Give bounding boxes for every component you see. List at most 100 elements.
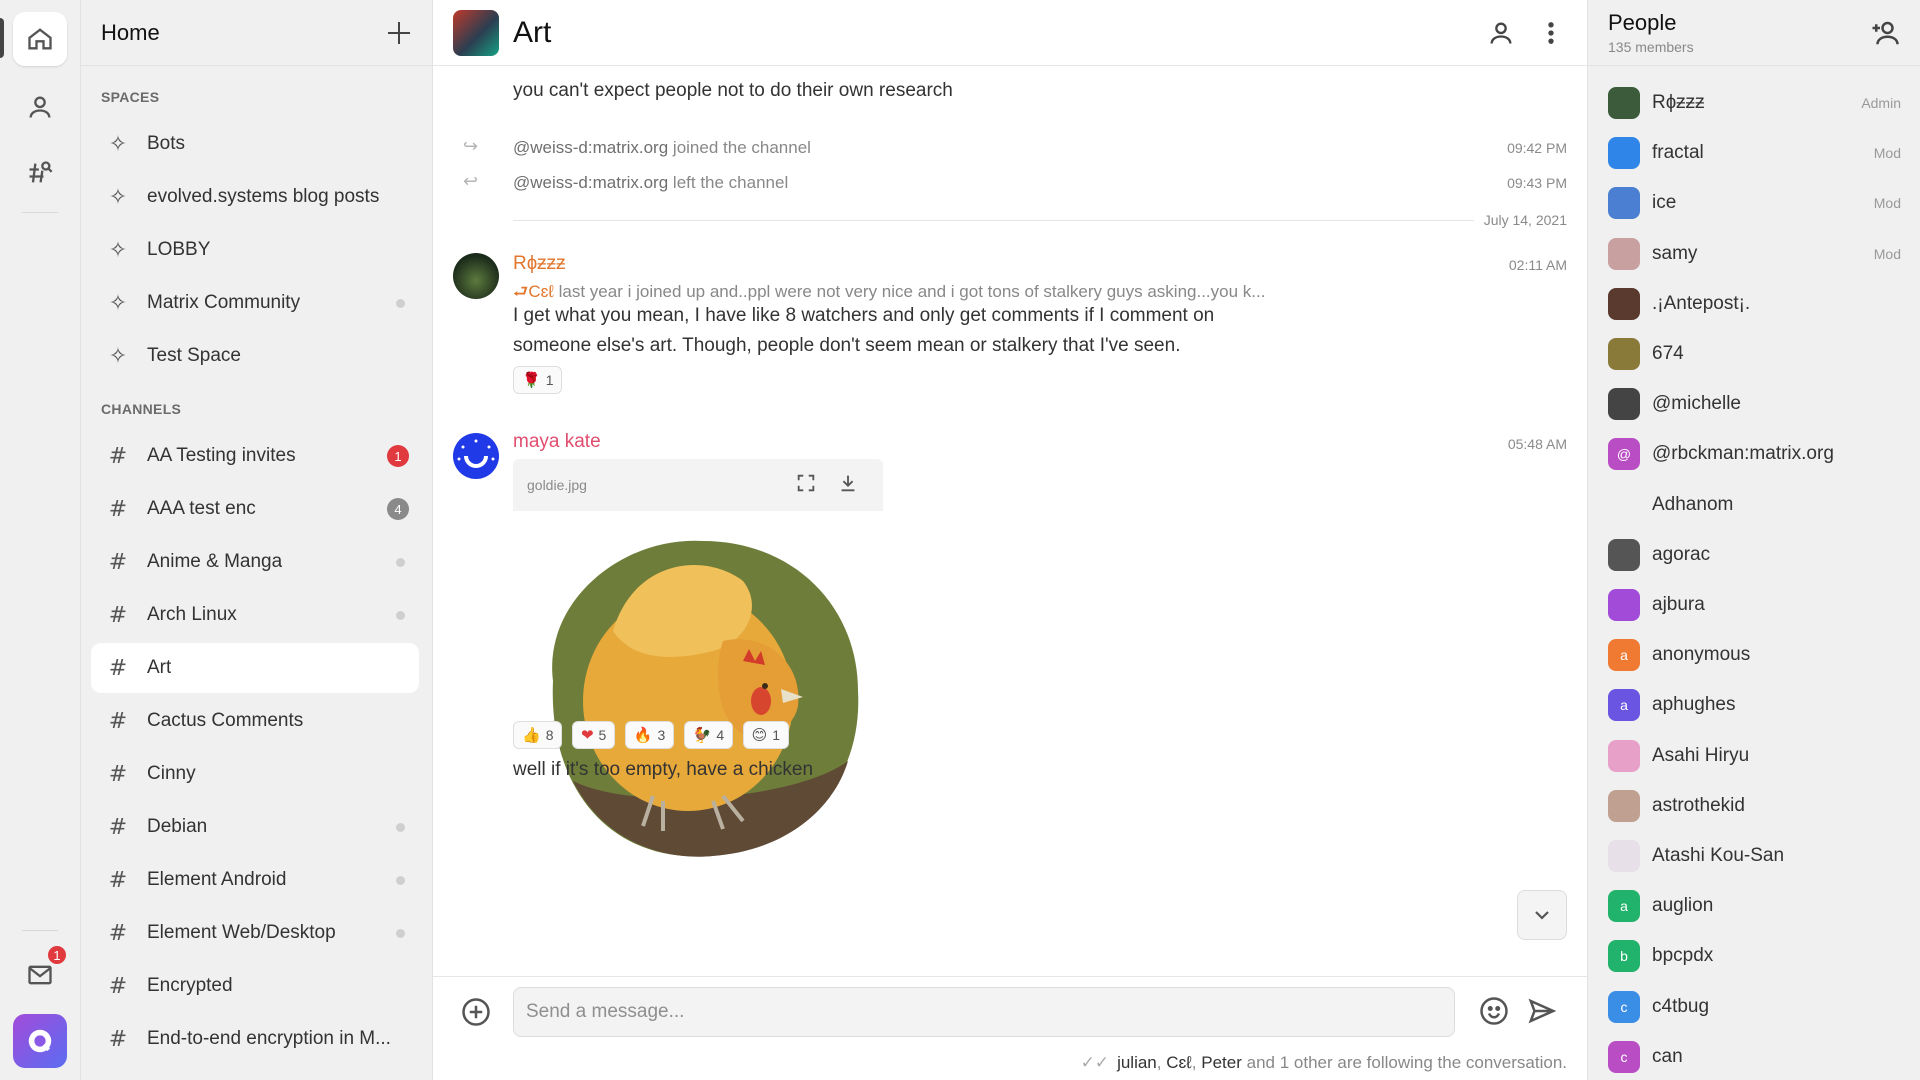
space-item[interactable]: ✧ evolved.systems blog posts [91, 172, 419, 222]
sender-name[interactable]: Rɸƶƶƶ [513, 253, 566, 275]
member-item[interactable]: c c4tbug [1608, 987, 1901, 1027]
timeline: you can't expect people not to do their … [433, 66, 1587, 976]
space-item[interactable]: ✧ LOBBY [91, 225, 419, 275]
sender-avatar[interactable] [453, 433, 499, 479]
member-item[interactable]: a auglion [1608, 886, 1901, 926]
channel-item[interactable]: # Cactus Comments [91, 696, 419, 746]
date-label: July 14, 2021 [1473, 212, 1567, 228]
space-icon: ✧ [108, 237, 128, 263]
reaction-chip[interactable]: 🌹 1 [513, 366, 563, 394]
membership-event: @weiss-d:matrix.org left the channel [513, 173, 788, 193]
channel-item[interactable]: # AA Testing invites 1 [91, 431, 419, 481]
event-user[interactable]: @weiss-d:matrix.org [513, 138, 668, 157]
member-name: bpcpdx [1652, 945, 1714, 967]
member-item[interactable]: b bpcpdx [1608, 936, 1901, 976]
hash-icon: # [108, 602, 128, 628]
plus-icon[interactable] [386, 20, 412, 46]
space-item[interactable]: ✧ Test Space [91, 331, 419, 381]
user-avatar[interactable] [13, 1014, 67, 1068]
reaction-chip[interactable]: 😊 1 [742, 721, 790, 749]
sender-name[interactable]: maya kate [513, 431, 601, 453]
people-header: People 135 members [1588, 0, 1920, 66]
emoji-button[interactable] [1479, 996, 1511, 1028]
channel-item[interactable]: # Element Web/Desktop [91, 908, 419, 958]
hash-icon: # [108, 655, 128, 681]
member-item[interactable]: @ @rbckman:matrix.org [1608, 434, 1901, 474]
member-avatar [1608, 87, 1640, 119]
member-item[interactable]: agorac [1608, 535, 1901, 575]
direct-messages-button[interactable] [13, 80, 67, 134]
reactions: 👍 8 ❤ 5 🔥 3 🐓 4 😊 1 [513, 721, 794, 749]
download-button[interactable] [837, 472, 863, 498]
channel-item[interactable]: # Cinny [91, 749, 419, 799]
space-item[interactable]: ✧ Matrix Community [91, 278, 419, 328]
channel-name: Encrypted [147, 975, 233, 996]
people-drawer: People 135 members Rɸƶƶƶ Admin fractal Mod i… [1587, 0, 1920, 1080]
member-item[interactable]: samy Mod [1608, 234, 1901, 274]
hash-icon: # [108, 443, 128, 469]
room-options-button[interactable] [1535, 17, 1567, 49]
member-avatar [1608, 137, 1640, 170]
channel-item[interactable]: # Encrypted [91, 961, 419, 1011]
channel-item[interactable]: # Arch Linux [91, 590, 419, 640]
sender-avatar[interactable] [453, 253, 499, 299]
member-item[interactable]: Atashi Kou-San [1608, 836, 1901, 876]
channel-item[interactable]: # Element Android [91, 855, 419, 905]
unread-dot [396, 557, 405, 567]
members-button[interactable] [1485, 17, 1517, 49]
smiley-icon [1480, 997, 1508, 1025]
member-item[interactable]: Adhanom [1608, 485, 1901, 525]
channel-item[interactable]: # End-to-end encryption in M... [91, 1014, 419, 1064]
home-button[interactable] [13, 12, 67, 66]
following-text: and 1 other are following the conversati… [1246, 1053, 1567, 1072]
message-text: you can't expect people not to do their … [513, 80, 953, 101]
channel-name: Cinny [147, 763, 196, 784]
event-user[interactable]: @weiss-d:matrix.org [513, 173, 668, 192]
member-item[interactable]: fractal Mod [1608, 133, 1901, 173]
member-role: Mod [1873, 245, 1901, 262]
channel-item[interactable]: # Anime & Manga [91, 537, 419, 587]
attach-button[interactable] [461, 997, 491, 1027]
rail-divider [22, 930, 58, 931]
message-input[interactable] [513, 987, 1455, 1037]
member-item[interactable]: a aphughes [1608, 685, 1901, 725]
member-item[interactable]: 674 [1608, 334, 1901, 374]
member-item[interactable]: astrothekid [1608, 786, 1901, 826]
member-item[interactable]: c can [1608, 1037, 1901, 1077]
expand-button[interactable] [795, 472, 821, 498]
member-item[interactable]: Rɸƶƶƶ Admin [1608, 83, 1901, 123]
member-item[interactable]: ice Mod [1608, 183, 1901, 223]
space-name: Bots [147, 133, 186, 154]
chicken-image[interactable] [513, 511, 883, 880]
send-button[interactable] [1527, 996, 1559, 1028]
invite-button[interactable] [1870, 18, 1902, 50]
member-item[interactable]: a anonymous [1608, 635, 1901, 675]
member-item[interactable]: ajbura [1608, 585, 1901, 625]
room-avatar[interactable] [453, 9, 499, 56]
space-name: Test Space [147, 345, 241, 366]
member-item[interactable]: @michelle [1608, 384, 1901, 424]
member-name: Adhanom [1652, 493, 1734, 515]
member-item[interactable]: .¡Antepost¡. [1608, 284, 1901, 324]
unread-dot [396, 298, 405, 308]
reaction-chip[interactable]: 👍 8 [513, 721, 563, 749]
channel-item[interactable]: # Debian [91, 802, 419, 852]
reaction-chip[interactable]: ❤ 5 [571, 721, 616, 749]
spaces-label: SPACES [101, 89, 160, 105]
member-avatar [1608, 388, 1640, 421]
channel-item[interactable]: # AAA test enc 4 [91, 484, 419, 534]
member-name: Asahi Hiryu [1652, 744, 1750, 766]
member-name: Atashi Kou-San [1652, 845, 1785, 866]
space-item[interactable]: ✧ Bots [91, 119, 419, 169]
jump-to-latest-button[interactable] [1517, 890, 1567, 940]
channel-item[interactable]: # Art [91, 643, 419, 693]
member-item[interactable]: Asahi Hiryu [1608, 736, 1901, 776]
reaction-chip[interactable]: 🐓 4 [683, 721, 734, 749]
reaction-chip[interactable]: 🔥 3 [624, 721, 675, 749]
explore-button[interactable] [13, 146, 67, 200]
member-avatar [1608, 789, 1640, 822]
hash-icon: # [108, 1026, 128, 1052]
kebab-menu-icon [1548, 22, 1554, 44]
read-receipts[interactable]: ✓✓ julian, Cɛℓ, Peter and 1 other are fol… [1081, 1053, 1567, 1073]
member-avatar: b [1608, 940, 1640, 973]
